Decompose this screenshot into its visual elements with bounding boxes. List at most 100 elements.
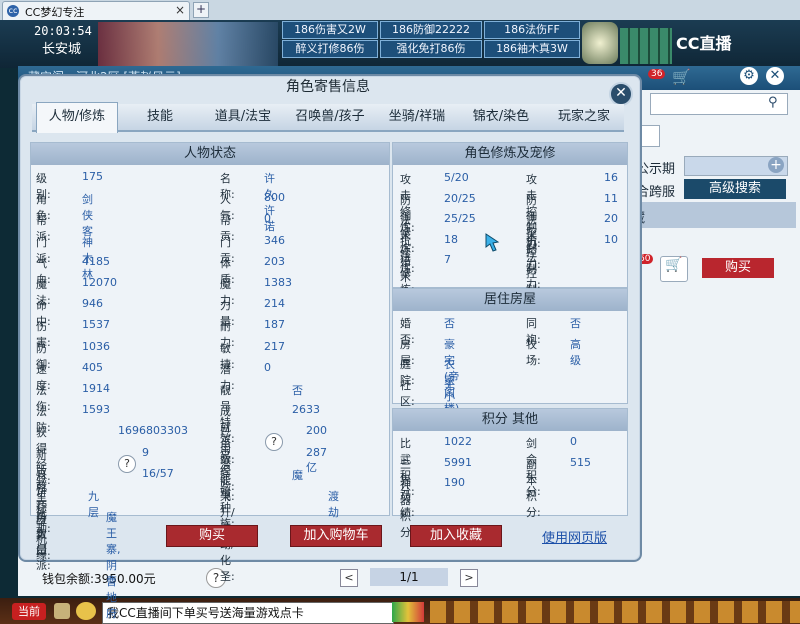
house-panel: 居住房屋: [392, 288, 628, 404]
tab-outfits[interactable]: 锦衣/染色: [460, 104, 542, 130]
row-label-1: 社区:: [400, 378, 415, 408]
mic-icon[interactable]: [54, 603, 70, 619]
emoji-icon[interactable]: [76, 602, 96, 620]
character-portrait-strip: [98, 22, 278, 66]
total-exp-help-icon[interactable]: ?: [265, 433, 283, 451]
current-channel-button[interactable]: 当前: [12, 603, 46, 620]
status-value: 4185: [82, 254, 110, 268]
color-picker-icon[interactable]: [392, 602, 424, 622]
close-icon[interactable]: ✕: [766, 67, 784, 85]
notice-3[interactable]: 186法伤FF: [484, 21, 580, 39]
status-value: 否: [292, 384, 303, 397]
status-value: 剑侠客: [82, 193, 93, 239]
status-value: 12070: [82, 276, 117, 289]
message-count: 36: [648, 69, 666, 79]
status-value: 187: [264, 318, 285, 332]
add-to-cart-icon[interactable]: 🛒: [660, 256, 688, 282]
status-value: 217: [264, 339, 285, 353]
tab-close-icon[interactable]: ×: [175, 3, 185, 17]
points-panel: 积分 其他: [392, 408, 628, 516]
tab-summons[interactable]: 召唤兽/孩子: [286, 104, 374, 130]
new-tab-button[interactable]: +: [193, 2, 209, 18]
plus-icon[interactable]: +: [768, 157, 784, 173]
row-value-1: 25/25: [444, 212, 476, 225]
row-value-2: 高级: [570, 337, 581, 367]
status-value: 1383: [264, 276, 292, 289]
status-value: 九层: [88, 490, 99, 519]
row-value-1: 18: [444, 232, 458, 246]
city-name: 长安城: [42, 42, 82, 57]
row-value-1: 20/25: [444, 191, 476, 205]
status-value: 16/57: [142, 466, 174, 480]
cc-logo-icon: cc: [7, 5, 19, 17]
cart-icon[interactable]: 🛒: [672, 68, 691, 86]
add-to-cart-button[interactable]: 加入购物车: [290, 525, 382, 547]
prev-page-button[interactable]: <: [340, 569, 358, 587]
next-page-button[interactable]: >: [460, 569, 478, 587]
row-label-2: 副本积分:: [526, 457, 541, 519]
row-value-2: 515: [570, 455, 591, 469]
status-value: 405: [82, 360, 103, 374]
dialog-close-icon[interactable]: ✕: [609, 82, 633, 106]
status-label: 历史门派:: [36, 511, 51, 573]
status-panel-title: 人物状态: [31, 143, 389, 165]
status-value: 2633: [292, 403, 320, 417]
status-value: 346: [264, 233, 285, 247]
row-value-1: 5991: [444, 455, 472, 469]
search-icon[interactable]: ⚲: [768, 95, 778, 110]
browser-tab[interactable]: cc CC梦幻专注 ×: [2, 1, 190, 20]
notice-6[interactable]: 186袖木真3W: [484, 40, 580, 58]
message-badge[interactable]: 36: [648, 66, 666, 79]
pointer-cursor-icon: [484, 232, 508, 254]
advanced-search-button[interactable]: 高级搜索: [684, 179, 786, 199]
gear-icon[interactable]: ⚙: [740, 67, 758, 85]
status-value: 魔王寨,阴曹地府: [106, 511, 121, 621]
notice-4[interactable]: 醉义打修86伤: [282, 40, 378, 58]
bg-section-header: 藏: [628, 202, 796, 228]
status-value: 0: [264, 360, 271, 374]
cultivation-panel: 角色修炼及宠修: [392, 142, 628, 288]
filter-input[interactable]: [640, 125, 660, 147]
tab-title: CC梦幻专注: [25, 6, 85, 19]
notice-2[interactable]: 186防御22222: [380, 21, 482, 39]
status-value: 175: [82, 170, 103, 183]
row-value-1: 190: [444, 476, 465, 489]
buy-button-bg[interactable]: 购买: [702, 258, 774, 278]
row-value-2: 11: [604, 191, 618, 205]
status-value: 200: [306, 424, 327, 438]
status-value: 渡劫: [328, 490, 339, 519]
status-value: 魔: [292, 468, 303, 482]
points-panel-title: 积分 其他: [393, 409, 627, 431]
chat-input[interactable]: 我CC直播间下单买号送海量游戏点卡: [102, 602, 394, 624]
dialog-tabs: 人物/修炼 技能 道具/法宝 召唤兽/孩子 坐骑/祥瑞 锦衣/染色 玩家之家: [32, 102, 624, 133]
status-value: 214: [264, 297, 285, 311]
tab-skills[interactable]: 技能: [122, 104, 198, 130]
mooncake-help-icon[interactable]: ?: [118, 455, 136, 473]
cultivation-panel-title: 角色修炼及宠修: [393, 143, 627, 165]
tab-mounts[interactable]: 坐骑/祥瑞: [376, 104, 458, 130]
notice-1[interactable]: 186伤害又2W: [282, 21, 378, 39]
status-value: 287亿: [306, 445, 327, 474]
page-indicator: 1/1: [370, 568, 448, 586]
row-value-2: 20: [604, 212, 618, 225]
status-value: 800: [264, 191, 285, 205]
tab-home[interactable]: 玩家之家: [544, 104, 624, 130]
row-value-2: 0: [570, 435, 577, 448]
notice-5[interactable]: 强化免打86伤: [380, 40, 482, 58]
row-value-1: 7: [444, 253, 451, 266]
tab-items[interactable]: 道具/法宝: [202, 104, 284, 130]
status-value: 946: [82, 297, 103, 311]
toolbar-icons[interactable]: [430, 601, 800, 623]
row-value-1: 无: [444, 378, 455, 392]
web-version-link[interactable]: 使用网页版: [542, 527, 607, 546]
buy-button[interactable]: 购买: [166, 525, 258, 547]
row-value-1: 1022: [444, 435, 472, 448]
add-favorite-button[interactable]: 加入收藏: [410, 525, 502, 547]
tab-character[interactable]: 人物/修炼: [36, 102, 118, 133]
status-value: 1593: [82, 403, 110, 417]
pet-portrait: [582, 22, 618, 64]
row-value-2: 10: [604, 232, 618, 246]
cc-live-logo: CC直播: [676, 34, 732, 53]
dialog-title: 角色寄售信息: [286, 79, 370, 95]
row-value-2: 否: [570, 317, 581, 330]
